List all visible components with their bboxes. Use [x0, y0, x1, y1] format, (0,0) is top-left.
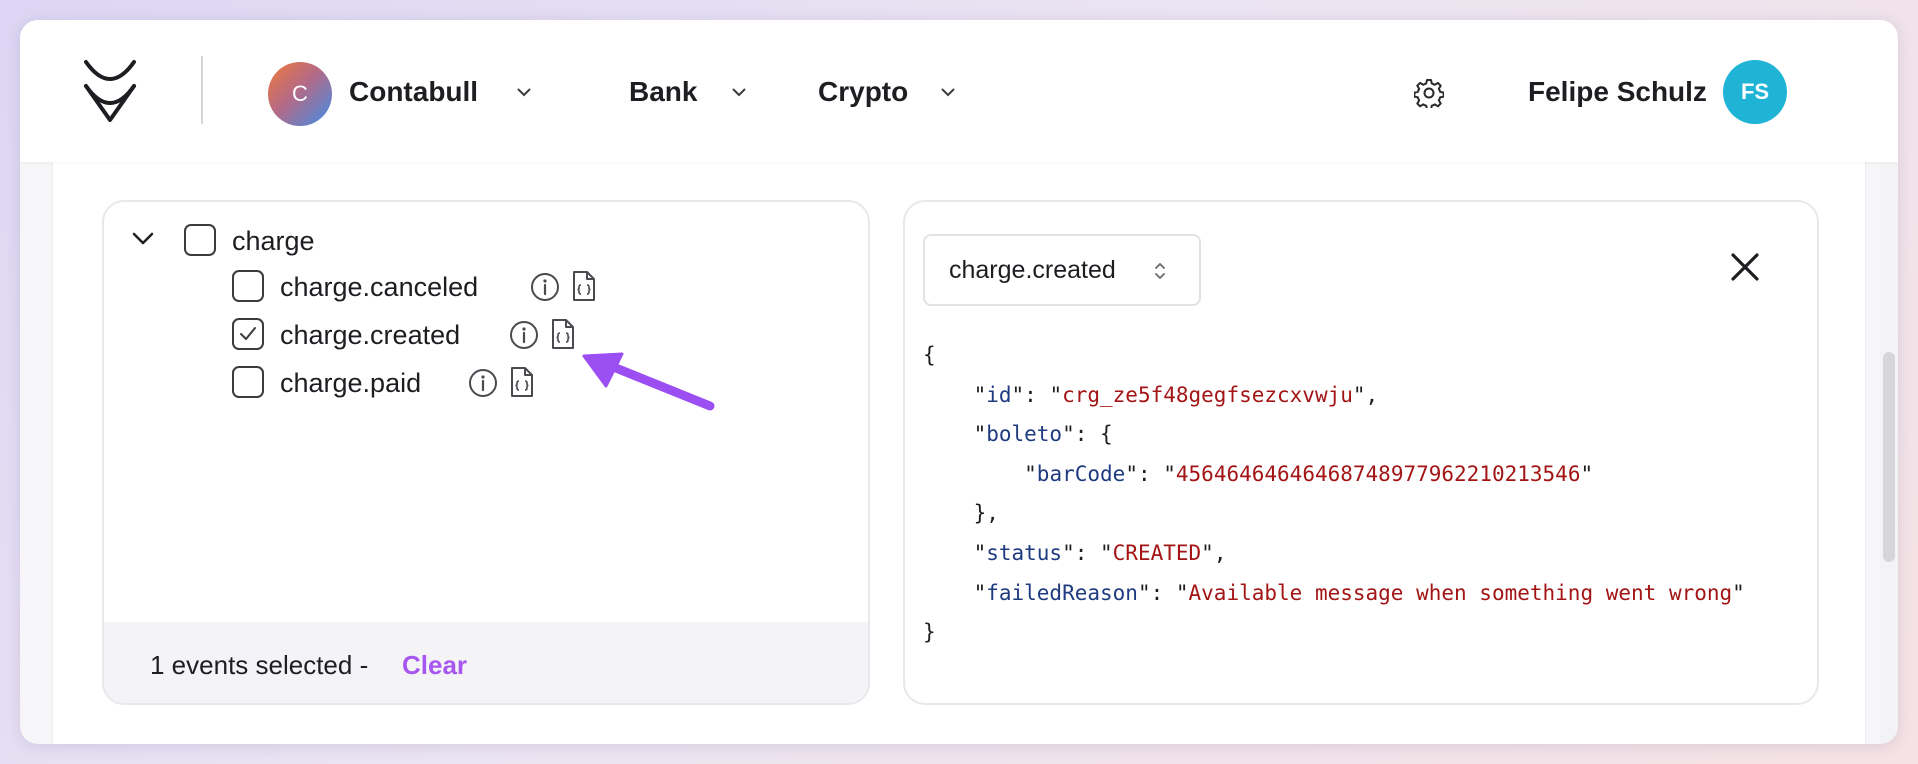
json-file-icon[interactable] [571, 270, 597, 302]
info-icon[interactable] [509, 320, 539, 350]
event-select-value: charge.created [949, 256, 1116, 284]
events-card: charge charge.canceled charge.created ch… [102, 200, 870, 705]
checkbox-charge-canceled[interactable] [232, 270, 264, 302]
chevron-down-icon[interactable] [132, 232, 154, 246]
json-file-icon[interactable] [509, 366, 535, 398]
clear-link[interactable]: Clear [402, 650, 467, 681]
org-avatar[interactable]: C [268, 62, 332, 126]
top-header: C Contabull Bank Crypto Felipe Schulz FS [20, 20, 1898, 162]
chevron-down-icon[interactable] [941, 88, 955, 97]
nav-bank[interactable]: Bank [629, 76, 697, 108]
group-label-charge: charge [232, 226, 315, 256]
scrollbar[interactable] [1880, 162, 1898, 744]
gear-icon[interactable] [1414, 78, 1444, 108]
chevron-down-icon[interactable] [732, 88, 746, 97]
json-line: "barCode": "4564646464646874897796221021… [923, 462, 1594, 486]
checkbox-charge[interactable] [184, 224, 216, 256]
info-icon[interactable] [530, 272, 560, 302]
json-line: "status": "CREATED", [923, 541, 1227, 565]
select-chevrons-icon [1155, 262, 1165, 280]
chevron-down-icon[interactable] [517, 88, 531, 97]
json-line: "failedReason": "Available message when … [923, 581, 1745, 605]
json-value-barcode: 45646464646468748977962210213546 [1175, 462, 1581, 486]
json-line: { [923, 343, 936, 367]
app-window: C Contabull Bank Crypto Felipe Schulz FS… [20, 20, 1898, 744]
json-file-icon[interactable] [550, 318, 576, 350]
json-line: "id": "crg_ze5f48gegfsezcxvwju", [923, 383, 1379, 407]
header-divider [201, 56, 203, 124]
annotation-arrow-icon [582, 352, 715, 411]
logo-icon[interactable] [82, 58, 138, 124]
selection-footer: 1 events selected - Clear [104, 622, 868, 703]
user-avatar[interactable]: FS [1723, 60, 1787, 124]
info-icon[interactable] [468, 368, 498, 398]
event-label-charge-created: charge.created [280, 320, 461, 350]
event-label-charge-canceled: charge.canceled [280, 272, 479, 302]
org-switcher[interactable]: Contabull [349, 76, 478, 108]
user-name[interactable]: Felipe Schulz [1528, 76, 1707, 108]
json-value-failed-reason: Available message when something went wr… [1188, 581, 1733, 605]
checkbox-charge-created[interactable] [232, 318, 264, 350]
event-select[interactable]: charge.created [923, 234, 1201, 306]
selection-summary: 1 events selected - [150, 650, 369, 680]
json-value-status: CREATED [1112, 541, 1202, 565]
json-value-id: crg_ze5f48gegfsezcxvwju [1062, 383, 1353, 407]
payload-preview-card: charge.created { "id": "crg_ze5f48gegfse… [903, 200, 1819, 705]
event-label-charge-paid: charge.paid [280, 368, 422, 398]
nav-crypto[interactable]: Crypto [818, 76, 908, 108]
close-icon[interactable] [1730, 252, 1760, 282]
json-line: }, [923, 501, 999, 525]
json-line: "boleto": { [923, 422, 1113, 446]
check-icon [240, 327, 256, 340]
checkbox-charge-paid[interactable] [232, 366, 264, 398]
json-line: } [923, 620, 936, 644]
scrollbar-thumb[interactable] [1883, 352, 1895, 562]
